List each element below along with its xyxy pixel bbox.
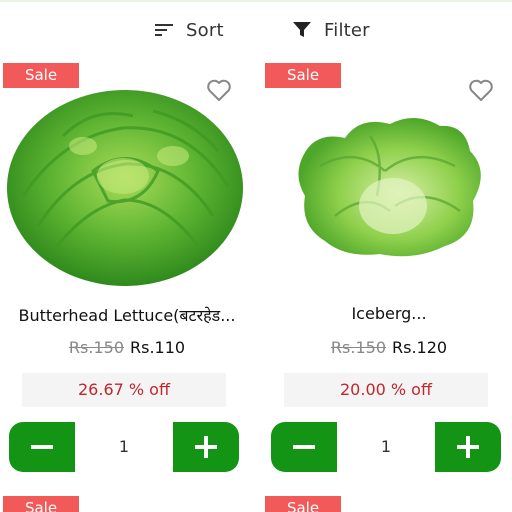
decrease-quantity-button[interactable]: [271, 422, 337, 472]
price-row: Rs.150 Rs.120: [265, 338, 512, 357]
decrease-quantity-button[interactable]: [9, 422, 75, 472]
discount-label: 20.00 % off: [284, 373, 488, 407]
quantity-value: 1: [380, 437, 392, 456]
product-card[interactable]: Sale Iceberg... Rs.150 Rs.120 20.00 % off…: [265, 60, 512, 480]
sort-lines-icon: [155, 24, 173, 36]
increase-quantity-button[interactable]: [173, 422, 239, 472]
sale-badge: Sale: [3, 496, 79, 512]
price-row: Rs.150 Rs.110: [3, 338, 251, 357]
sort-filter-toolbar: Sort Filter: [0, 2, 512, 54]
heart-outline-icon[interactable]: [467, 76, 495, 104]
quantity-stepper: 1: [271, 422, 501, 472]
iceberg-lettuce-image: [298, 117, 481, 257]
funnel-icon: [293, 22, 311, 37]
product-card[interactable]: Sale Butterhead Lettuce(बटरहेड... Rs.150…: [3, 60, 251, 480]
sale-badge: Sale: [265, 496, 341, 512]
sort-button[interactable]: Sort: [154, 16, 224, 44]
plus-icon: [457, 436, 479, 458]
new-price: Rs.110: [130, 338, 186, 357]
minus-icon: [293, 445, 315, 449]
old-price: Rs.150: [330, 338, 386, 357]
minus-icon: [31, 445, 53, 449]
sort-label: Sort: [186, 19, 224, 41]
plus-icon: [195, 436, 217, 458]
butterhead-lettuce-image: [7, 90, 243, 286]
product-title[interactable]: Iceberg...: [265, 304, 512, 323]
increase-quantity-button[interactable]: [435, 422, 501, 472]
sale-badge: Sale: [265, 63, 341, 88]
quantity-value: 1: [118, 437, 130, 456]
filter-button[interactable]: Filter: [292, 16, 370, 44]
heart-outline-icon[interactable]: [205, 76, 233, 104]
new-price: Rs.120: [392, 338, 448, 357]
quantity-stepper: 1: [9, 422, 239, 472]
sale-badge: Sale: [3, 63, 79, 88]
old-price: Rs.150: [68, 338, 124, 357]
product-title[interactable]: Butterhead Lettuce(बटरहेड...: [3, 304, 251, 326]
discount-label: 26.67 % off: [22, 373, 226, 407]
filter-label: Filter: [324, 19, 370, 41]
